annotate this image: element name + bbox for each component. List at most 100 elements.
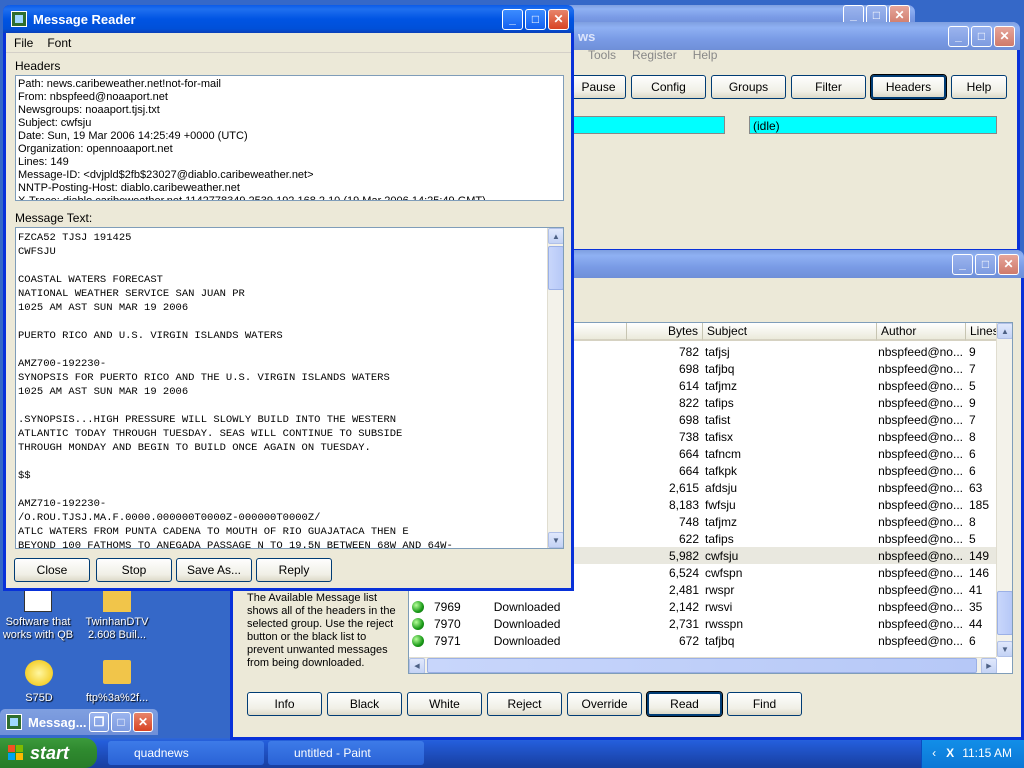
black-button[interactable]: Black [327, 692, 402, 716]
message-line: 1025 AM AST SUN MAR 19 2006 [18, 386, 189, 398]
close-icon[interactable]: ✕ [998, 253, 1019, 275]
cell-lines: 35 [969, 599, 983, 614]
task-quadnews[interactable]: quadnews [108, 741, 264, 765]
cell-bytes: 6,524 [668, 565, 700, 580]
cell-lines: 63 [969, 480, 983, 495]
status-cell [409, 632, 431, 649]
menubar: Tools Register Help [588, 48, 717, 62]
message-line: ATLC WATERS FROM PUNTA CADENA TO MOUTH O… [18, 526, 409, 538]
reader-titlebar[interactable]: Message Reader _ □ ✕ [3, 5, 574, 33]
menu-register[interactable]: Register [632, 48, 677, 62]
message-line [18, 259, 563, 273]
col-subject[interactable]: Subject [703, 323, 877, 341]
menu-font[interactable]: Font [47, 36, 71, 50]
message-line [18, 399, 563, 413]
desktop-icon-software[interactable]: Software that works with QB [0, 588, 76, 642]
reply-button[interactable]: Reply [256, 558, 332, 582]
headers-button[interactable]: Headers [870, 74, 947, 100]
maximize-icon[interactable]: □ [525, 8, 546, 30]
cell-bytes: 738 [678, 429, 700, 444]
minimize-icon[interactable]: _ [948, 25, 969, 47]
groups-button[interactable]: Groups [711, 75, 786, 99]
find-button[interactable]: Find [727, 692, 802, 716]
software-icon [24, 588, 52, 612]
minimize-icon[interactable]: _ [502, 8, 523, 30]
scroll-up-icon[interactable]: ▲ [997, 323, 1012, 339]
close-button[interactable]: Close [14, 558, 90, 582]
header-line: Organization: opennoaaport.net [18, 143, 173, 155]
table-row[interactable]: 7970 Downloaded 2,731 rwsspn nbspfeed@no... 4… [409, 615, 998, 632]
close-icon[interactable]: ✕ [548, 8, 569, 30]
close-icon[interactable]: ✕ [133, 712, 153, 732]
cell-subject: tafjsj [705, 344, 730, 359]
cell-author: nbspfeed@no... [878, 548, 963, 563]
list-hscroll[interactable]: ◀ ▶ [409, 657, 997, 673]
cell-subject: fwfsju [705, 497, 736, 512]
cell-lines: 5 [969, 531, 976, 546]
folder-icon [103, 660, 131, 684]
headers-box[interactable]: Path: news.caribeweather.net!not-for-mai… [15, 75, 564, 201]
help-button[interactable]: Help [951, 75, 1007, 99]
config-button[interactable]: Config [631, 75, 706, 99]
window-title: ws [578, 28, 596, 44]
menu-file[interactable]: File [14, 36, 33, 50]
cell-subject: rwsspn [705, 616, 744, 631]
col-author[interactable]: Author [877, 323, 966, 341]
desktop-icon-twinhan[interactable]: TwinhanDTV 2.608 Buil... [80, 588, 154, 642]
read-button[interactable]: Read [646, 691, 723, 717]
header-line: NNTP-Posting-Host: diablo.caribeweather.… [18, 182, 240, 194]
cell-subject: cwfspn [705, 565, 743, 580]
filter-button[interactable]: Filter [791, 75, 866, 99]
cell-lines: 8 [969, 514, 976, 529]
table-row[interactable]: 7971 Downloaded 672 tafjbq nbspfeed@no... 6 [409, 632, 998, 649]
stop-button[interactable]: Stop [96, 558, 172, 582]
cell-bytes: 2,481 [668, 582, 700, 597]
scroll-down-icon[interactable]: ▼ [548, 532, 563, 548]
message-line: PUERTO RICO AND U.S. VIRGIN ISLANDS WATE… [18, 330, 283, 342]
desktop-icon-s75d[interactable]: S75D [4, 660, 74, 705]
maximize-icon[interactable]: □ [111, 712, 131, 732]
scroll-thumb[interactable] [997, 591, 1012, 635]
message-vscroll[interactable]: ▲ ▼ [547, 228, 563, 548]
col-bytes[interactable]: Bytes [627, 323, 703, 341]
tray-arrow-icon[interactable]: ‹ [932, 746, 936, 760]
table-row[interactable]: 7969 Downloaded 2,142 rwsvi nbspfeed@no... 35 [409, 598, 998, 615]
cell-lines: 6 [969, 463, 976, 478]
message-text-box[interactable]: FZCA52 TJSJ 191425 CWFSJU COASTAL WATERS F… [15, 227, 564, 549]
info-button[interactable]: Info [247, 692, 322, 716]
menu-tools[interactable]: Tools [588, 48, 616, 62]
scroll-right-icon[interactable]: ▶ [981, 658, 997, 673]
cell-author: nbspfeed@no... [878, 514, 963, 529]
cell-author: nbspfeed@no... [878, 395, 963, 410]
tray-x-icon[interactable]: X [946, 746, 954, 760]
close-icon[interactable]: ✕ [994, 25, 1015, 47]
scroll-thumb[interactable] [548, 246, 563, 290]
maximize-icon[interactable]: □ [971, 25, 992, 47]
save-as-button[interactable]: Save As... [176, 558, 252, 582]
help-text: The Available Message list shows all of … [247, 592, 396, 669]
col-lines[interactable]: Lines [966, 323, 999, 341]
cell-bytes: 2,615 [668, 480, 700, 495]
white-button[interactable]: White [407, 692, 482, 716]
maximize-icon[interactable]: □ [975, 253, 996, 275]
minimized-window[interactable]: Messag... ❐ □ ✕ [0, 709, 158, 735]
restore-icon[interactable]: ❐ [89, 712, 109, 732]
menu-help[interactable]: Help [693, 48, 718, 62]
status-right: (idle) [749, 116, 997, 134]
desktop-icon-ftp[interactable]: ftp%3a%2f... [80, 660, 154, 705]
cell-bytes: 672 [678, 633, 700, 648]
scroll-down-icon[interactable]: ▼ [997, 641, 1012, 657]
cell-bytes: 782 [678, 344, 700, 359]
start-button[interactable]: start [0, 738, 97, 768]
override-button[interactable]: Override [567, 692, 642, 716]
pause-button[interactable]: Pause [571, 75, 626, 99]
task-paint[interactable]: untitled - Paint [268, 741, 424, 765]
minimize-icon[interactable]: _ [952, 253, 973, 275]
cell-subject: tafist [705, 412, 731, 427]
scroll-up-icon[interactable]: ▲ [548, 228, 563, 244]
message-line: COASTAL WATERS FORECAST [18, 274, 163, 286]
reject-button[interactable]: Reject [487, 692, 562, 716]
hscroll-thumb[interactable] [427, 658, 977, 673]
scroll-left-icon[interactable]: ◀ [409, 658, 425, 673]
list-vscroll[interactable]: ▲ ▼ [996, 323, 1012, 657]
